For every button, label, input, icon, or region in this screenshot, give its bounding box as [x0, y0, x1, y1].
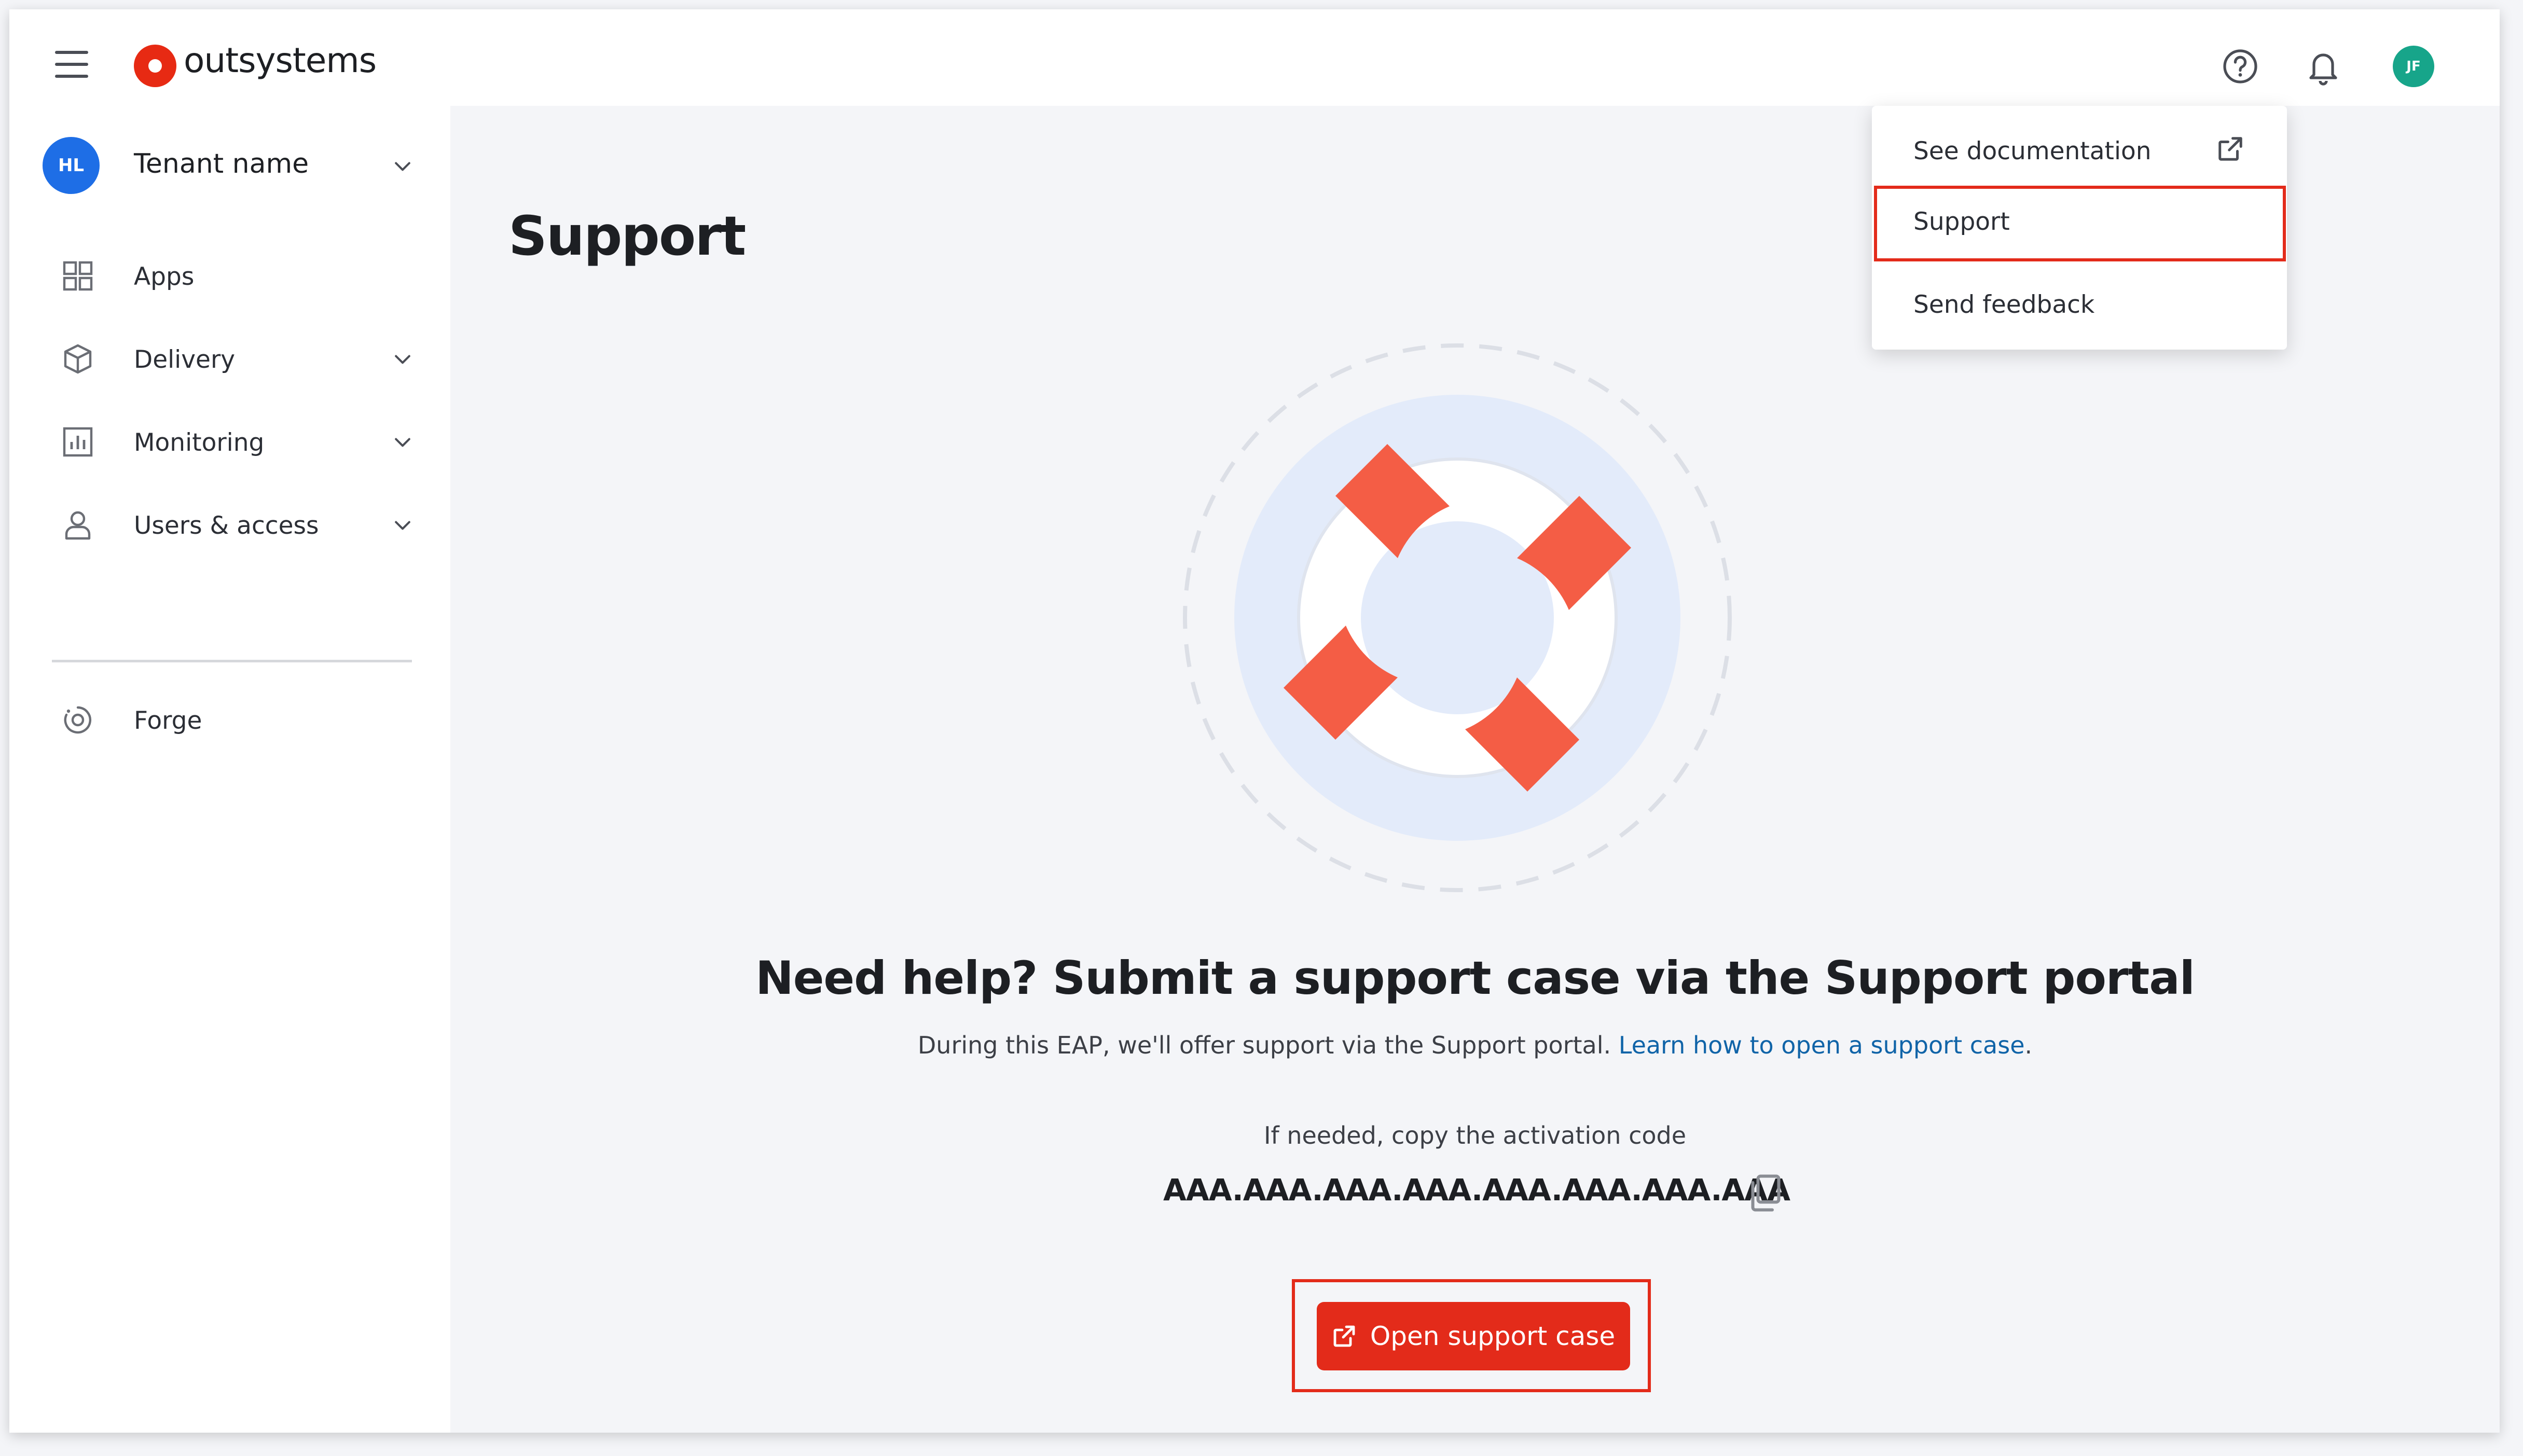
copy-icon[interactable]	[1746, 1172, 1783, 1214]
box-icon	[64, 344, 92, 374]
menu-icon[interactable]	[55, 51, 88, 78]
tenant-avatar: HL	[43, 137, 100, 194]
activation-code-row: AAA.AAA.AAA.AAA.AAA.AAA.AAA.AAA	[1163, 1172, 1790, 1219]
menu-item-label: Send feedback	[1913, 290, 2095, 319]
activation-code: AAA.AAA.AAA.AAA.AAA.AAA.AAA.AAA	[1163, 1172, 1790, 1208]
sidebar-item-apps[interactable]: Apps	[43, 247, 426, 304]
support-description-end: .	[2024, 1031, 2033, 1059]
support-highlight	[1874, 186, 2286, 261]
sidebar: HL Tenant name Apps Delivery Monitoring …	[9, 106, 450, 1433]
sidebar-item-label: Apps	[134, 262, 195, 291]
sidebar-item-monitoring[interactable]: Monitoring	[43, 413, 426, 470]
top-bar: outsystems JF	[9, 9, 2500, 106]
menu-item-label: See documentation	[1913, 137, 2152, 165]
sidebar-item-users-access[interactable]: Users & access	[43, 496, 426, 553]
external-link-icon	[1333, 1325, 1355, 1347]
user-avatar[interactable]: JF	[2393, 46, 2434, 87]
sidebar-item-label: Forge	[134, 706, 202, 735]
app-window: outsystems JF HL Tenant name Apps Delive…	[9, 9, 2500, 1433]
open-support-case-label: Open support case	[1370, 1321, 1616, 1351]
external-link-icon	[2218, 137, 2242, 161]
chevron-down-icon	[395, 162, 410, 171]
chart-icon	[63, 427, 93, 457]
chevron-down-icon	[395, 438, 410, 447]
help-icon[interactable]	[2219, 46, 2261, 87]
grid-icon	[63, 261, 93, 291]
open-support-case-button[interactable]: Open support case	[1317, 1302, 1630, 1370]
sidebar-item-delivery[interactable]: Delivery	[43, 330, 426, 387]
sidebar-divider	[52, 660, 412, 662]
outsystems-logo-icon	[134, 45, 176, 87]
support-description: During this EAP, we'll offer support via…	[450, 1031, 2500, 1059]
help-menu: See documentation Support Send feedback	[1872, 106, 2287, 350]
bell-icon[interactable]	[2303, 46, 2344, 87]
brand-name: outsystems	[184, 40, 377, 80]
sidebar-item-forge[interactable]: Forge	[43, 691, 426, 748]
learn-support-case-link[interactable]: Learn how to open a support case	[1619, 1031, 2025, 1059]
activation-code-hint: If needed, copy the activation code	[1263, 1121, 1687, 1149]
menu-item-send-feedback[interactable]: Send feedback	[1872, 270, 2287, 337]
menu-item-see-documentation[interactable]: See documentation	[1872, 116, 2287, 184]
forge-icon	[64, 706, 91, 734]
chevron-down-icon	[395, 355, 410, 364]
user-icon	[65, 511, 91, 540]
sidebar-item-label: Users & access	[134, 511, 319, 540]
sidebar-item-label: Monitoring	[134, 428, 265, 457]
tenant-name: Tenant name	[134, 148, 309, 179]
support-headline: Need help? Submit a support case via the…	[755, 951, 2195, 1005]
page-title: Support	[508, 204, 746, 268]
support-description-text: During this EAP, we'll offer support via…	[917, 1031, 1619, 1059]
chevron-down-icon	[395, 521, 410, 530]
tenant-selector[interactable]: HL Tenant name	[43, 135, 426, 196]
lifebuoy-illustration	[1183, 343, 1732, 892]
sidebar-item-label: Delivery	[134, 345, 236, 374]
